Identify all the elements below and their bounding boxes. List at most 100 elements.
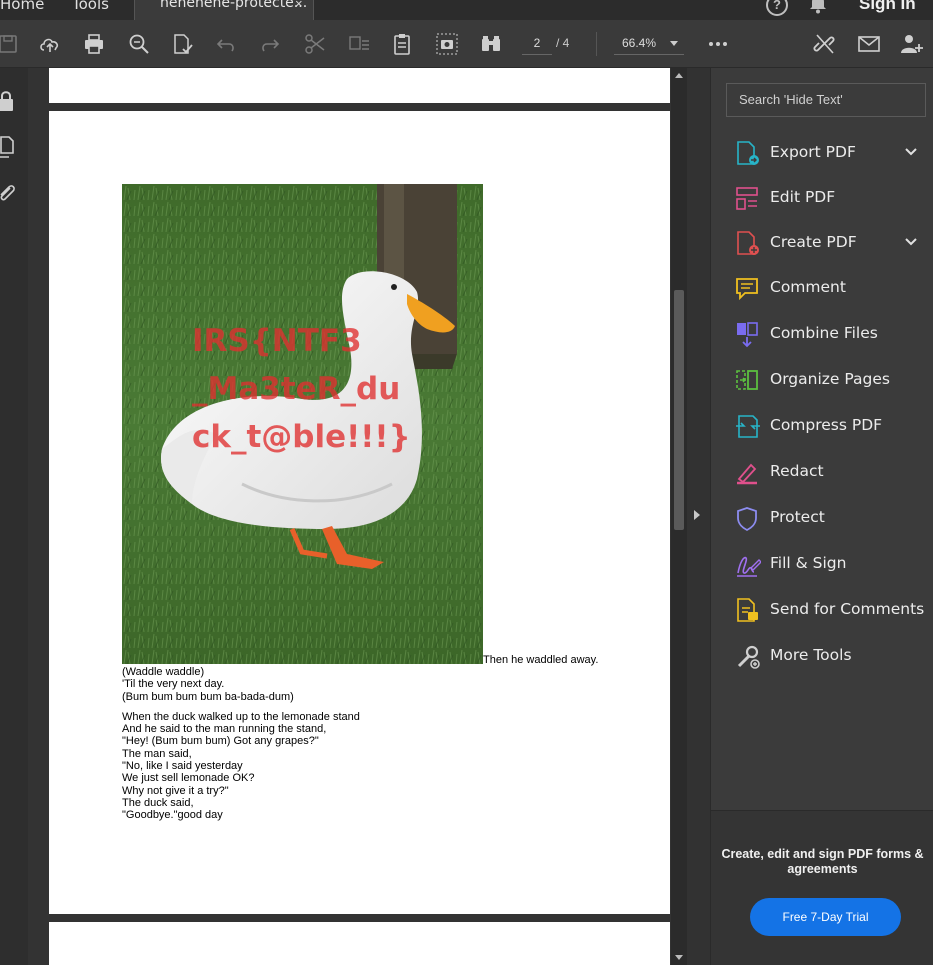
tool-fill-sign[interactable]: Fill & Sign <box>711 544 933 584</box>
main-toolbar: 2 / 4 66.4% <box>0 20 933 68</box>
toolbar-divider <box>596 32 597 56</box>
text-line: "Hey! (Bum bum bum) Got any grapes?" <box>122 735 319 748</box>
mail-icon[interactable] <box>857 32 881 56</box>
combine-files-icon <box>737 322 758 348</box>
pdf-page-next <box>49 922 670 965</box>
save-icon[interactable] <box>0 32 20 56</box>
edit-pdf-icon <box>736 187 758 210</box>
lock-icon[interactable] <box>0 90 16 112</box>
more-icon[interactable] <box>706 32 730 56</box>
tools-panel: Search 'Hide Text' Export PDF Edit PDF C… <box>710 68 933 965</box>
link-share-icon[interactable] <box>812 32 836 56</box>
text-line: "Goodbye."good day <box>122 809 223 822</box>
text-line: "No, like I said yesterday <box>122 760 243 773</box>
text-line: Why not give it a try?" <box>122 784 229 797</box>
help-icon[interactable]: ? <box>766 0 788 16</box>
comment-icon <box>736 278 758 301</box>
tool-label: Combine Files <box>770 324 878 342</box>
sign-in-button[interactable]: Sign In <box>859 0 916 14</box>
lyrics-text-block: (Waddle waddle) 'Til the very next day. … <box>122 666 360 830</box>
tool-label: Comment <box>770 278 846 296</box>
tool-create-pdf[interactable]: Create PDF <box>711 223 933 263</box>
tab-bar: Home Tools hehehehe-protecte... × ? Sign… <box>0 0 933 20</box>
tool-label: Compress PDF <box>770 416 883 434</box>
read-mode-icon[interactable] <box>479 32 503 56</box>
add-user-icon[interactable] <box>900 32 924 56</box>
free-trial-button[interactable]: Free 7-Day Trial <box>750 898 901 936</box>
tool-label: Fill & Sign <box>770 554 847 572</box>
vertical-scrollbar[interactable] <box>671 68 687 965</box>
tool-organize-pages[interactable]: Organize Pages <box>711 360 933 400</box>
notification-bell-icon[interactable] <box>809 0 827 14</box>
overlay-text-line-2: _Ma3teR_du <box>192 371 400 407</box>
text-line: We just sell lemonade OK? <box>122 772 255 785</box>
tab-document[interactable]: hehehehe-protecte... × <box>134 0 314 20</box>
stanza-1: (Waddle waddle) 'Til the very next day. … <box>122 666 360 703</box>
text-line: (Waddle waddle) <box>122 666 205 678</box>
text-edit-icon[interactable] <box>347 32 371 56</box>
scrollbar-thumb[interactable] <box>674 290 684 530</box>
page-number-input[interactable]: 2 <box>522 31 552 55</box>
duck-photo-image: IRS{NTF3 _Ma3teR_du ck_t@ble!!!} <box>122 184 483 664</box>
snapshot-icon[interactable] <box>435 32 459 56</box>
tool-edit-pdf[interactable]: Edit PDF <box>711 178 933 218</box>
tool-redact[interactable]: Redact <box>711 452 933 492</box>
overlay-text-line-1: IRS{NTF3 <box>192 323 362 359</box>
tool-send-for-comments[interactable]: Send for Comments <box>711 590 933 630</box>
text-line: The man said, <box>122 747 192 760</box>
print-icon[interactable] <box>82 32 106 56</box>
pdf-page-current: IRS{NTF3 _Ma3teR_du ck_t@ble!!!} Then he… <box>49 111 670 914</box>
chevron-down-icon[interactable] <box>904 235 918 249</box>
cloud-upload-icon[interactable] <box>38 32 62 56</box>
redo-icon[interactable] <box>258 32 282 56</box>
tab-home[interactable]: Home <box>0 0 44 13</box>
scroll-down-icon[interactable] <box>675 955 683 960</box>
spellcheck-icon[interactable] <box>170 32 194 56</box>
create-pdf-icon <box>737 231 759 255</box>
tool-label: Redact <box>770 462 824 480</box>
text-line: When the duck walked up to the lemonade … <box>122 710 360 723</box>
inline-text-beside-image: Then he waddled away. <box>483 654 599 666</box>
tool-label: Create PDF <box>770 233 857 251</box>
tool-label: Export PDF <box>770 143 856 161</box>
close-tab-icon[interactable]: × <box>295 0 303 11</box>
compress-pdf-icon <box>736 415 760 438</box>
stanza-2: When the duck walked up to the lemonade … <box>122 711 360 822</box>
chevron-down-icon <box>670 41 678 46</box>
tool-label: Edit PDF <box>770 188 836 206</box>
page-total: / 4 <box>556 36 570 50</box>
clipboard-icon[interactable] <box>390 32 414 56</box>
tool-combine-files[interactable]: Combine Files <box>711 314 933 354</box>
zoom-search-icon[interactable] <box>127 32 151 56</box>
zoom-select[interactable]: 66.4% <box>614 31 684 55</box>
tool-export-pdf[interactable]: Export PDF <box>711 133 933 173</box>
tool-more-tools[interactable]: More Tools <box>711 636 933 676</box>
tab-tools[interactable]: Tools <box>72 0 109 13</box>
acrobat-window: Home Tools hehehehe-protecte... × ? Sign… <box>0 0 933 965</box>
more-tools-icon <box>737 645 760 669</box>
document-viewport[interactable]: IRS{NTF3 _Ma3teR_du ck_t@ble!!!} Then he… <box>28 68 687 965</box>
zoom-value: 66.4% <box>622 36 657 50</box>
tool-comment[interactable]: Comment <box>711 268 933 308</box>
collapse-right-panel-icon[interactable] <box>694 510 700 520</box>
promo-text: Create, edit and sign PDF forms & agreem… <box>721 847 924 876</box>
fill-sign-icon <box>737 556 761 577</box>
undo-icon[interactable] <box>214 32 238 56</box>
tool-label: Send for Comments <box>770 600 925 618</box>
tools-search-input[interactable]: Search 'Hide Text' <box>726 83 926 117</box>
send-comments-icon <box>737 598 758 622</box>
chevron-down-icon[interactable] <box>904 145 918 159</box>
pages-icon[interactable] <box>0 136 16 158</box>
tab-document-label: hehehehe-protecte... <box>160 0 308 11</box>
export-pdf-icon <box>737 141 759 165</box>
promo-section: Create, edit and sign PDF forms & agreem… <box>711 810 933 965</box>
tool-compress-pdf[interactable]: Compress PDF <box>711 406 933 446</box>
scroll-up-icon[interactable] <box>675 73 683 78</box>
attachment-icon[interactable] <box>0 182 16 204</box>
organize-pages-icon <box>736 370 758 390</box>
tool-protect[interactable]: Protect <box>711 498 933 538</box>
text-line: 'Til the very next day. <box>122 678 225 691</box>
cut-icon[interactable] <box>303 32 327 56</box>
left-navigation-rail <box>0 68 28 965</box>
overlay-text-line-3: ck_t@ble!!!} <box>192 419 411 455</box>
